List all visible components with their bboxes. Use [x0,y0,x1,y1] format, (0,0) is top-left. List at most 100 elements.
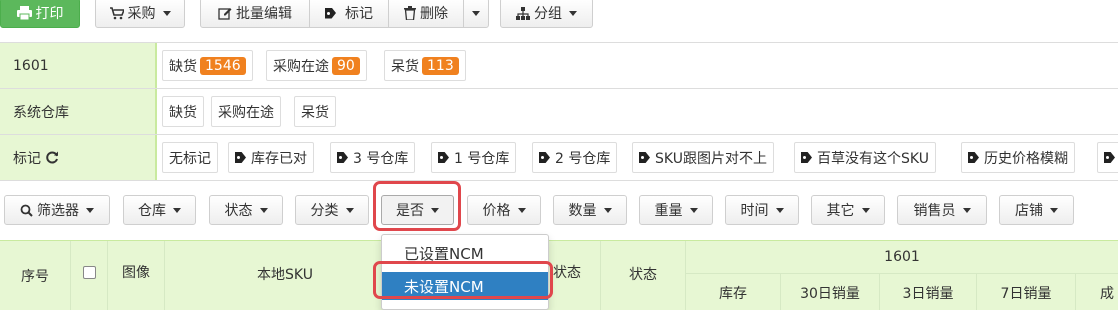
chevron-down-icon [569,10,577,16]
chevron-down-icon [1050,207,1058,213]
batch-edit-label: 批量编辑 [236,6,292,22]
mark-filter-row: 标记 无标记 库存已对 3 号仓库 1 号仓库 2 号仓库 SKU跟图片对不上 … [0,135,1118,181]
purchase-label: 采购 [127,6,156,22]
salesperson-filter-button[interactable]: 销售员 [897,195,987,225]
chip-warehouse-3[interactable]: 3 号仓库 [330,142,416,173]
other-filter-button[interactable]: 其它 [811,195,885,225]
chevron-down-icon [775,207,784,213]
row-label-mark: 标记 [0,135,157,180]
trash-icon [404,6,416,20]
shop-label: 店铺 [1015,203,1043,219]
col-sales-30d[interactable]: 30日销量 [781,274,879,310]
weight-label: 重量 [654,203,683,219]
batch-edit-button[interactable]: 批量编辑 [200,0,310,28]
sitemap-icon [516,6,530,20]
chip-dead-stock[interactable]: 呆货 [294,96,336,127]
print-button[interactable]: 打印 [0,0,80,28]
cart-icon [109,6,124,19]
status-label: 状态 [224,203,253,219]
divider [1075,274,1076,310]
tag-icon [801,152,812,163]
col-image: 图像 [122,265,150,281]
weight-filter-button[interactable]: 重量 [639,195,713,225]
refresh-icon[interactable] [46,151,59,164]
other-label: 其它 [826,203,855,219]
chip-warehouse-2[interactable]: 2 号仓库 [532,142,618,173]
purchase-button[interactable]: 采购 [95,0,185,28]
category-label: 分类 [310,203,339,219]
menu-item-ncm-not-set[interactable]: 未设置NCM [382,272,548,300]
price-label: 价格 [482,203,511,219]
menu-item-ncm-set[interactable]: 已设置NCM [382,239,548,267]
time-filter-button[interactable]: 时间 [725,195,799,225]
tag-icon [235,152,246,163]
chip-in-transit[interactable]: 采购在途 90 [266,50,367,81]
chevron-down-icon [345,207,354,213]
count-badge: 113 [422,56,459,75]
print-label: 打印 [35,6,64,22]
col-select-all[interactable] [71,241,107,303]
tag-icon [539,152,550,163]
shop-filter-button[interactable]: 店铺 [999,195,1074,225]
filter-label: 筛选器 [37,203,79,219]
col-local-sku[interactable]: 本地SKU [165,241,405,307]
system-warehouse-filter-row: 系统仓库 缺货 采购在途 呆货 [0,89,1118,135]
chevron-down-icon [603,207,612,213]
table-header: 序号 图像 本地SKU 状态 状态 1601 库存 30日销量 3日销量 7日销… [0,240,1118,310]
chevron-down-icon [86,207,94,213]
printer-icon [16,6,32,20]
warehouse-filter-row: 1601 缺货 1546 采购在途 90 呆货 113 [0,43,1118,89]
status-filter-button[interactable]: 状态 [209,195,283,225]
chip-no-mark[interactable]: 无标记 [162,142,218,173]
col-index[interactable]: 序号 [0,241,70,310]
col-sales-7d[interactable]: 7日销量 [977,274,1075,310]
chevron-down-icon [431,207,439,213]
chip-more[interactable] [1097,142,1118,173]
tag-icon [968,152,979,163]
col-group-warehouse: 1601 [686,241,1118,274]
chevron-down-icon [689,207,698,213]
delete-label: 删除 [420,6,448,22]
chip-label: 库存已对 [251,150,307,167]
group-label: 分组 [534,6,562,22]
yesno-dropdown-menu: 已设置NCM 未设置NCM [381,234,549,310]
chip-price-history-vague[interactable]: 历史价格模糊 [961,142,1075,173]
chip-label: 采购在途 [273,58,329,75]
group-button[interactable]: 分组 [500,0,593,28]
filter-panel: 1601 缺货 1546 采购在途 90 呆货 113 系统仓库 缺货 采购在途… [0,42,1118,181]
select-all-checkbox[interactable] [82,265,96,279]
quantity-filter-button[interactable]: 数量 [553,195,627,225]
chip-warehouse-1[interactable]: 1 号仓库 [431,142,517,173]
chip-in-transit[interactable]: 采购在途 [211,96,281,127]
tag-icon [1104,152,1115,163]
salesperson-label: 销售员 [913,203,956,219]
chip-label: 3 号仓库 [353,150,409,167]
chip-label: 历史价格模糊 [984,150,1068,167]
category-filter-button[interactable]: 分类 [295,195,369,225]
tag-icon [639,152,650,163]
count-badge: 90 [332,56,360,75]
more-actions-button[interactable] [463,0,489,28]
chip-stock-verified[interactable]: 库存已对 [228,142,314,173]
yesno-filter-button[interactable]: 是否 [381,195,454,225]
col-cost-truncated[interactable]: 成 [1100,274,1118,310]
chip-out-of-stock[interactable]: 缺货 1546 [162,50,253,81]
warehouse-filter-button[interactable]: 仓库 [123,195,196,225]
chip-sku-image-mismatch[interactable]: SKU跟图片对不上 [632,142,774,173]
filter-button[interactable]: 筛选器 [4,195,110,225]
price-filter-button[interactable]: 价格 [467,195,541,225]
chip-out-of-stock[interactable]: 缺货 [162,96,204,127]
delete-button[interactable]: 删除 [388,0,464,28]
col-stock[interactable]: 库存 [686,274,780,310]
col-sales-3d[interactable]: 3日销量 [880,274,976,310]
chip-dead-stock[interactable]: 呆货 113 [384,50,466,81]
col-status-b[interactable]: 状态 [601,241,685,307]
time-label: 时间 [740,203,769,219]
warehouse-label: 仓库 [138,203,166,219]
chip-baicao-missing-sku[interactable]: 百草没有这个SKU [794,142,936,173]
mark-button[interactable]: 标记 [309,0,389,28]
mark-row-label: 标记 [13,150,41,167]
chip-label: 百草没有这个SKU [817,150,929,167]
chevron-down-icon [259,207,268,213]
chip-label: 1 号仓库 [454,150,510,167]
